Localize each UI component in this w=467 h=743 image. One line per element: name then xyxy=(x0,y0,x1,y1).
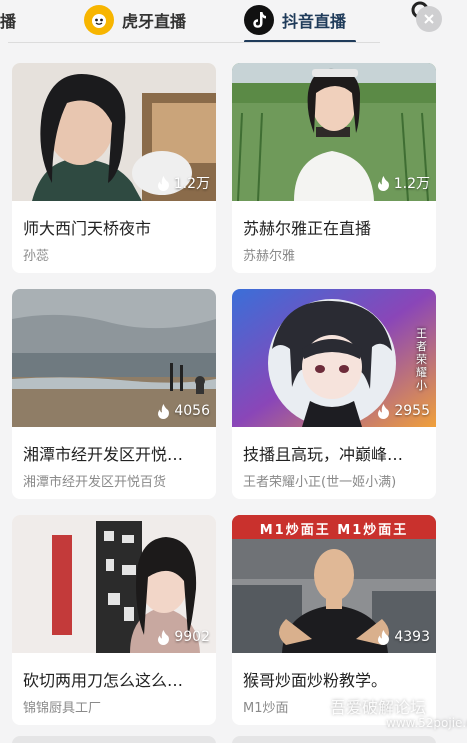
viewer-count-text: 1.2万 xyxy=(393,176,430,192)
viewer-count: 2955 xyxy=(377,403,430,419)
stream-thumbnail: M1炒面王 M1炒面王 4393 xyxy=(232,515,436,653)
stream-thumbnail: 1.2万 xyxy=(12,63,216,201)
next-card-peek xyxy=(232,736,436,743)
tab-label: 虎牙直播 xyxy=(122,12,187,31)
flame-icon xyxy=(378,629,390,645)
douyin-logo-icon xyxy=(244,5,274,35)
tab-divider xyxy=(8,42,380,43)
next-card-peek xyxy=(12,736,216,743)
viewer-count: 4056 xyxy=(157,403,210,419)
viewer-count: 9902 xyxy=(157,629,210,645)
viewer-count-text: 1.2万 xyxy=(173,176,210,192)
stream-title: 技播且高玩，冲巅峰… xyxy=(243,445,404,464)
stream-thumbnail: 王者荣耀小 2955 xyxy=(232,289,436,427)
flame-icon xyxy=(157,175,169,191)
streamer-name: 锦锦厨具工厂 xyxy=(23,701,102,716)
viewer-count: 1.2万 xyxy=(377,173,430,193)
streamer-name: 孙蕊 xyxy=(23,249,50,264)
thumbnail-caption: 王者荣耀小 xyxy=(416,327,427,392)
stream-card[interactable]: 9902 砍切两用刀怎么这么… 锦锦厨具工厂 xyxy=(12,515,216,725)
stream-thumbnail: 9902 xyxy=(12,515,216,653)
tab-label: 抖音直播 xyxy=(282,12,347,31)
viewer-count-text: 4056 xyxy=(174,403,210,419)
stream-card[interactable]: 王者荣耀小 2955 技播且高玩，冲巅峰… 王者荣耀小正(世一姬小满) xyxy=(232,289,436,499)
stream-card[interactable]: 4056 湘潭市经开发区开悦… 湘潭市经开发区开悦百货 xyxy=(12,289,216,499)
tab-douyin[interactable]: 抖音直播 xyxy=(244,0,346,40)
streamer-name: 湘潭市经开发区开悦百货 xyxy=(23,475,167,490)
watermark-url: www.52pojie.cn xyxy=(386,716,467,730)
close-button[interactable] xyxy=(416,6,442,32)
stream-title: 砍切两用刀怎么这么… xyxy=(23,671,184,690)
stream-thumbnail: 4056 xyxy=(12,289,216,427)
streamer-name: 苏赫尔雅 xyxy=(243,249,296,264)
viewer-count: 1.2万 xyxy=(157,173,210,193)
stream-card[interactable]: 1.2万 师大西门天桥夜市 孙蕊 xyxy=(12,63,216,273)
viewer-count-text: 9902 xyxy=(174,629,210,645)
stream-thumbnail: 1.2万 xyxy=(232,63,436,201)
huya-logo-icon xyxy=(84,5,114,35)
stream-title: 苏赫尔雅正在直播 xyxy=(243,219,372,238)
stream-title: 猴哥炒面炒粉教学。 xyxy=(243,671,388,690)
tab-label: 播 xyxy=(0,12,17,31)
flame-icon xyxy=(158,629,170,645)
stream-title: 师大西门天桥夜市 xyxy=(23,219,152,238)
tab-partial[interactable]: 播 xyxy=(0,0,16,40)
thumbnail-caption: M1炒面王 M1炒面王 xyxy=(259,523,409,538)
watermark: 吾爱破解论坛 xyxy=(330,698,427,717)
flame-icon xyxy=(158,403,170,419)
platform-tab-bar: 播 虎牙直播 抖音直播 xyxy=(0,0,467,46)
viewer-count-text: 2955 xyxy=(394,403,430,419)
tab-huya[interactable]: 虎牙直播 xyxy=(84,0,186,40)
viewer-count: 4393 xyxy=(377,629,430,645)
viewer-count-text: 4393 xyxy=(394,629,430,645)
flame-icon xyxy=(378,403,390,419)
flame-icon xyxy=(377,175,389,191)
stream-card[interactable]: 1.2万 苏赫尔雅正在直播 苏赫尔雅 xyxy=(232,63,436,273)
close-icon xyxy=(424,14,434,24)
streamer-name: 王者荣耀小正(世一姬小满) xyxy=(243,475,397,490)
live-stream-page: 播 虎牙直播 抖音直播 1.2万 师大西门天桥夜市 孙蕊 1.2万 苏赫尔雅正在… xyxy=(0,0,467,743)
stream-title: 湘潭市经开发区开悦… xyxy=(23,445,184,464)
